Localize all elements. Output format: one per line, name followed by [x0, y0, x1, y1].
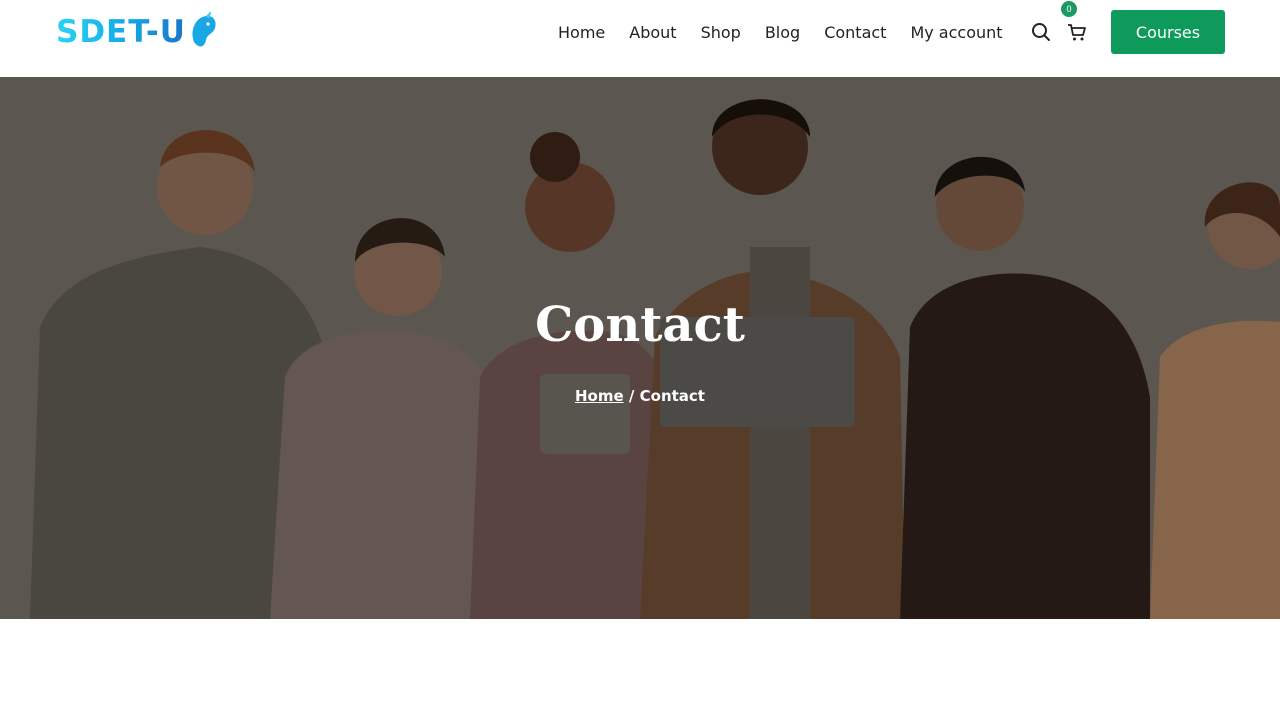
logo-mark: SDET-U	[56, 12, 218, 52]
main-nav: Home About Shop Blog Contact My account	[546, 0, 1015, 64]
nav-my-account[interactable]: My account	[910, 23, 1002, 42]
logo-text: SDET-U	[56, 14, 186, 50]
cart-count-badge: 0	[1061, 1, 1077, 17]
cart-icon[interactable]	[1065, 20, 1089, 44]
hero-banner: Contact Home / Contact	[0, 77, 1280, 619]
nav-about[interactable]: About	[629, 23, 676, 42]
breadcrumb-separator: /	[628, 387, 635, 405]
nav-shop[interactable]: Shop	[701, 23, 741, 42]
nav-home[interactable]: Home	[558, 23, 605, 42]
unicorn-emblem-icon	[192, 12, 216, 47]
nav-contact[interactable]: Contact	[824, 23, 886, 42]
site-header: SDET-U Home About Shop Blog Contact My a…	[0, 0, 1280, 77]
nav-blog[interactable]: Blog	[765, 23, 800, 42]
page-title: Contact	[535, 297, 745, 353]
breadcrumb: Home / Contact	[0, 387, 1280, 405]
breadcrumb-current: Contact	[639, 387, 705, 405]
courses-button[interactable]: Courses	[1111, 10, 1225, 54]
logo[interactable]: SDET-U	[56, 9, 256, 55]
search-icon[interactable]	[1029, 20, 1053, 44]
breadcrumb-home-link[interactable]: Home	[575, 387, 624, 405]
